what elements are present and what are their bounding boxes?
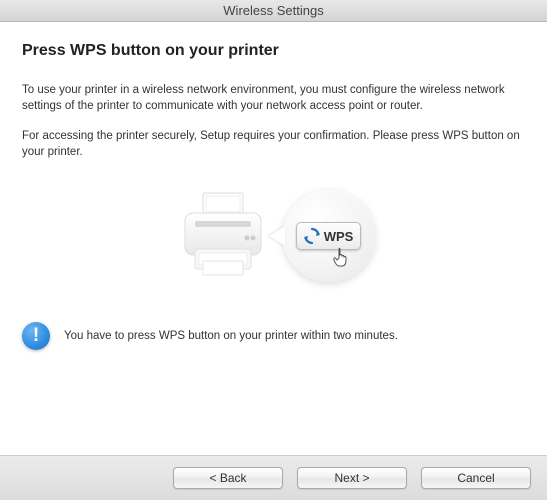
- hand-cursor-icon: [331, 246, 353, 270]
- speech-pointer: [269, 226, 285, 246]
- page-heading: Press WPS button on your printer: [22, 42, 525, 60]
- illustration: WPS: [22, 190, 525, 282]
- back-button[interactable]: < Back: [173, 467, 283, 489]
- notice-text: You have to press WPS button on your pri…: [64, 330, 398, 342]
- wps-arrows-icon: [304, 228, 320, 244]
- intro-paragraph-1: To use your printer in a wireless networ…: [22, 82, 525, 114]
- next-button[interactable]: Next >: [297, 467, 407, 489]
- footer-bar: < Back Next > Cancel: [0, 456, 547, 500]
- cancel-button[interactable]: Cancel: [421, 467, 531, 489]
- content-pane: Press WPS button on your printer To use …: [0, 22, 547, 456]
- wps-bubble: WPS: [283, 190, 375, 282]
- info-icon: !: [22, 322, 50, 350]
- intro-paragraph-2: For accessing the printer securely, Setu…: [22, 128, 525, 160]
- notice-row: ! You have to press WPS button on your p…: [22, 322, 525, 350]
- wps-label: WPS: [324, 229, 354, 244]
- title-bar: Wireless Settings: [0, 0, 547, 22]
- window-title: Wireless Settings: [223, 3, 323, 18]
- printer-icon: [173, 191, 273, 281]
